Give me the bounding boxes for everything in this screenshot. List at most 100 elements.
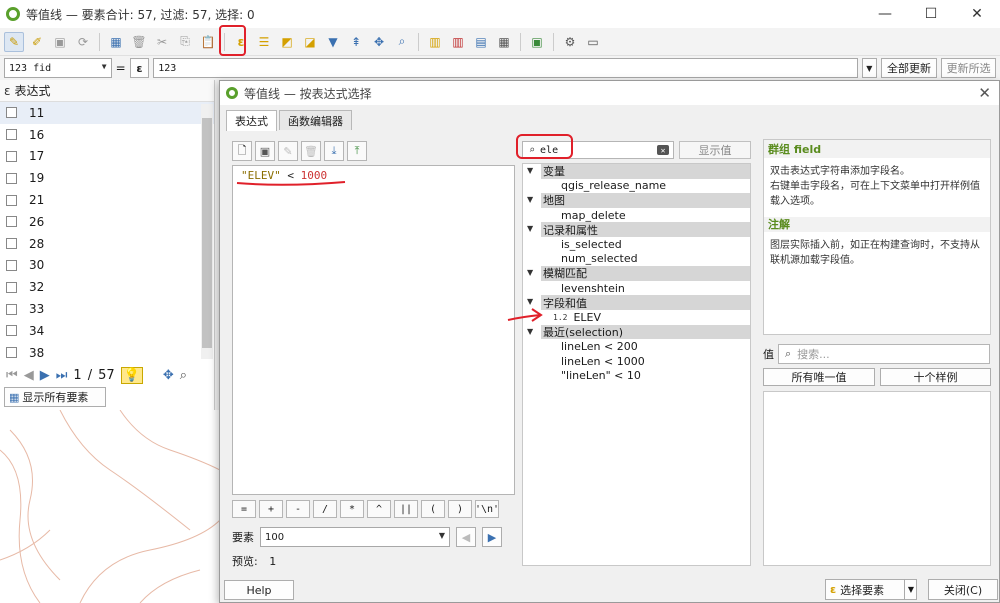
tree-item[interactable]: is_selected — [523, 237, 750, 252]
operator-button[interactable]: ( — [421, 500, 445, 518]
table-row[interactable]: 16 — [0, 124, 214, 146]
row-checkbox[interactable] — [6, 238, 17, 250]
expression-header[interactable]: ε 表达式 — [0, 80, 214, 102]
map-canvas[interactable] — [0, 410, 220, 603]
invert-selection-icon[interactable]: ◩ — [277, 32, 297, 52]
close-icon[interactable]: ✕ — [978, 84, 991, 102]
expression-button[interactable]: ε — [129, 58, 150, 78]
prev-feature-icon[interactable]: ◀ — [456, 527, 476, 547]
tree-item[interactable]: levenshtein — [523, 281, 750, 296]
row-checkbox[interactable] — [6, 194, 17, 206]
tab-expression[interactable]: 表达式 — [226, 110, 277, 131]
next-feature-icon[interactable]: ▶ — [482, 527, 502, 547]
last-page-icon[interactable]: ⏭ — [56, 368, 68, 383]
scrollbar[interactable] — [201, 104, 213, 359]
value-field[interactable]: 123 — [153, 58, 858, 78]
operator-button[interactable]: '\n' — [475, 500, 499, 518]
table-row[interactable]: 26 — [0, 211, 214, 233]
ten-samples-button[interactable]: 十个样例 — [880, 368, 991, 386]
import-icon[interactable]: ⤓ — [324, 141, 344, 161]
row-checkbox[interactable] — [6, 281, 17, 293]
multi-edit-icon[interactable]: ✐ — [27, 32, 47, 52]
tree-group[interactable]: ▼ 最近(selection) — [527, 324, 750, 340]
form-view-icon[interactable]: ▭ — [583, 32, 603, 52]
tree-item[interactable]: qgis_release_name — [523, 179, 750, 194]
first-page-icon[interactable]: ⏮ — [6, 368, 18, 383]
export-icon[interactable]: ⤒ — [347, 141, 367, 161]
move-selection-top-icon[interactable]: ⇞ — [346, 32, 366, 52]
scrollbar-thumb[interactable] — [202, 118, 212, 348]
values-list[interactable] — [763, 391, 991, 566]
expand-arrow-icon[interactable]: ▼ — [527, 224, 533, 233]
select-features-dropdown-icon[interactable]: ▼ — [904, 579, 917, 600]
show-values-button[interactable]: 显示值 — [679, 141, 751, 159]
actions-icon[interactable]: ⚙ — [560, 32, 580, 52]
tab-function-editor[interactable]: 函数编辑器 — [279, 110, 352, 130]
tree-item[interactable]: lineLen < 1000 — [523, 354, 750, 369]
tree-item[interactable]: num_selected — [523, 252, 750, 267]
tree-group[interactable]: ▼ 记录和属性 — [527, 222, 750, 237]
tree-item[interactable]: map_delete — [523, 208, 750, 223]
reload-icon[interactable]: ⟳ — [73, 32, 93, 52]
operator-button[interactable]: / — [313, 500, 337, 518]
paste-icon[interactable]: 📋 — [198, 32, 218, 52]
operator-button[interactable]: + — [259, 500, 283, 518]
zoom-icon[interactable]: ⌕ — [180, 368, 187, 383]
operator-button[interactable]: = — [232, 500, 256, 518]
values-search-input[interactable]: ⌕ 搜索... — [778, 344, 990, 364]
table-row[interactable]: 19 — [0, 167, 214, 189]
row-checkbox[interactable] — [6, 347, 17, 359]
feature-combo[interactable]: 100 ▼ — [260, 527, 450, 547]
help-button[interactable]: Help — [224, 580, 294, 600]
row-checkbox[interactable] — [6, 325, 17, 337]
row-checkbox[interactable] — [6, 129, 17, 141]
expand-arrow-icon[interactable]: ▼ — [527, 166, 533, 175]
table-row[interactable]: 38 — [0, 342, 214, 364]
table-row[interactable]: 11 — [0, 102, 214, 124]
add-feature-icon[interactable]: ▦ — [106, 32, 126, 52]
expand-arrow-icon[interactable]: ▼ — [527, 268, 533, 277]
edit-icon[interactable]: ✎ — [278, 141, 298, 161]
operator-button[interactable]: ^ — [367, 500, 391, 518]
cut-icon[interactable]: ✂ — [152, 32, 172, 52]
delete-feature-icon[interactable]: 🗑 — [129, 32, 149, 52]
save-icon[interactable]: ▣ — [255, 141, 275, 161]
operator-button[interactable]: - — [286, 500, 310, 518]
clear-search-icon[interactable]: ✕ — [657, 145, 669, 155]
row-checkbox[interactable] — [6, 150, 17, 162]
prev-page-icon[interactable]: ◀ — [24, 368, 34, 383]
zoom-to-selected-icon[interactable]: ⌕ — [392, 32, 412, 52]
pan-icon[interactable]: ✥ — [163, 368, 174, 383]
operator-button[interactable]: * — [340, 500, 364, 518]
toggle-edit-icon[interactable]: ✎ — [4, 31, 24, 52]
table-row[interactable]: 28 — [0, 233, 214, 255]
table-row[interactable]: 21 — [0, 189, 214, 211]
field-calculator-icon[interactable]: ▤ — [471, 32, 491, 52]
deselect-icon[interactable]: ◪ — [300, 32, 320, 52]
value-dropdown-icon[interactable]: ▼ — [861, 58, 877, 78]
select-all-icon[interactable]: ☰ — [254, 32, 274, 52]
update-selected-button[interactable]: 更新所选 — [941, 58, 996, 78]
table-row[interactable]: 17 — [0, 146, 214, 168]
operator-button[interactable]: || — [394, 500, 418, 518]
new-file-icon[interactable]: 🗋 — [232, 141, 252, 161]
minimize-button[interactable]: — — [862, 0, 908, 28]
table-row[interactable]: 33 — [0, 298, 214, 320]
table-row[interactable]: 32 — [0, 276, 214, 298]
row-checkbox[interactable] — [6, 107, 17, 119]
pan-to-selected-icon[interactable]: ✥ — [369, 32, 389, 52]
lightbulb-icon[interactable]: 💡 — [120, 366, 143, 384]
tree-item[interactable]: "lineLen" < 10 — [523, 368, 750, 383]
dock-icon[interactable]: ▣ — [527, 32, 547, 52]
delete-field-icon[interactable]: ▥ — [448, 32, 468, 52]
field-combo[interactable]: 123 fid ▼ — [4, 58, 112, 78]
tree-item[interactable]: 1.2 ELEV — [523, 310, 750, 325]
next-page-icon[interactable]: ▶ — [40, 368, 50, 383]
tree-group[interactable]: ▼ 模糊匹配 — [527, 266, 750, 281]
expression-editor[interactable]: "ELEV" < 1000 — [232, 165, 515, 495]
expand-arrow-icon[interactable]: ▼ — [527, 195, 533, 204]
close-button[interactable]: 关闭(C) — [928, 579, 998, 600]
conditional-format-icon[interactable]: ▦ — [494, 32, 514, 52]
maximize-button[interactable]: ☐ — [908, 0, 954, 28]
delete-icon[interactable]: 🗑 — [301, 141, 321, 161]
